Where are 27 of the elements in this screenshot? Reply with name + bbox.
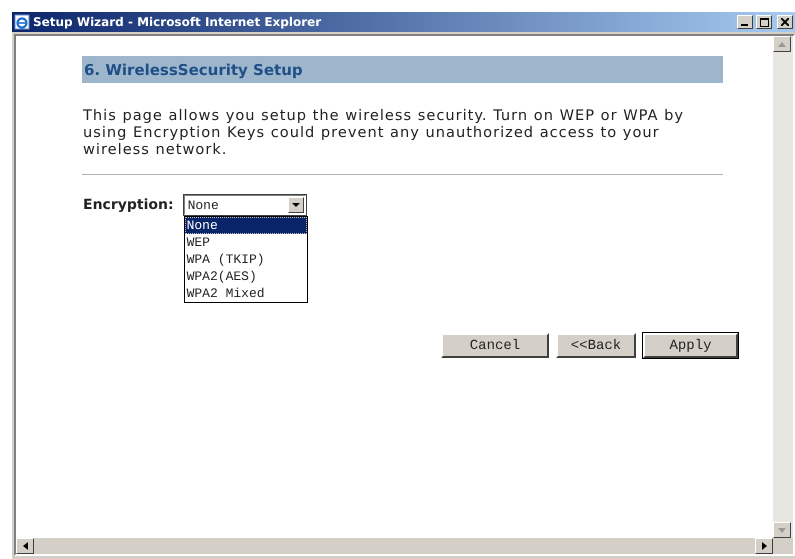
wizard-button[interactable]: <<Back bbox=[556, 333, 636, 358]
close-icon bbox=[781, 18, 789, 26]
dropdown-option[interactable]: WEP bbox=[184, 234, 307, 251]
close-button[interactable] bbox=[777, 15, 793, 29]
browser-icon bbox=[14, 14, 30, 30]
encryption-dropdown[interactable]: None bbox=[184, 195, 306, 215]
window-title: Setup Wizard - Microsoft Internet Explorer bbox=[33, 15, 322, 29]
left-arrow-icon bbox=[22, 542, 28, 550]
dropdown-option[interactable]: None bbox=[184, 217, 307, 234]
up-arrow-icon bbox=[778, 42, 786, 46]
maximize-icon bbox=[760, 18, 768, 26]
field-label: Encryption: bbox=[83, 197, 174, 213]
down-arrow-icon bbox=[778, 528, 786, 532]
horizontal-scrollbar[interactable] bbox=[16, 538, 773, 554]
dropdown-option[interactable]: WPA2(AES) bbox=[184, 268, 307, 285]
right-arrow-icon bbox=[762, 542, 766, 550]
dropdown-arrow-icon bbox=[292, 203, 300, 207]
vertical-scrollbar[interactable] bbox=[773, 36, 793, 538]
description-text: This page allows you setup the wireless security. Turn on WEP or WPA by using Encryption Keys could prevent any unauthorized access to your wireless network. bbox=[83, 107, 686, 158]
section-heading: 6. WirelessSecurity Setup bbox=[82, 56, 723, 83]
dropdown-option[interactable]: WPA (TKIP) bbox=[184, 251, 307, 268]
maximize-button[interactable] bbox=[756, 15, 772, 29]
dropdown-option[interactable]: WPA2 Mixed bbox=[184, 285, 307, 302]
wizard-button[interactable]: Apply bbox=[643, 333, 738, 358]
scrollbar-corner bbox=[773, 538, 793, 554]
minimize-button[interactable] bbox=[737, 15, 753, 29]
wizard-button[interactable]: Cancel bbox=[441, 333, 549, 358]
